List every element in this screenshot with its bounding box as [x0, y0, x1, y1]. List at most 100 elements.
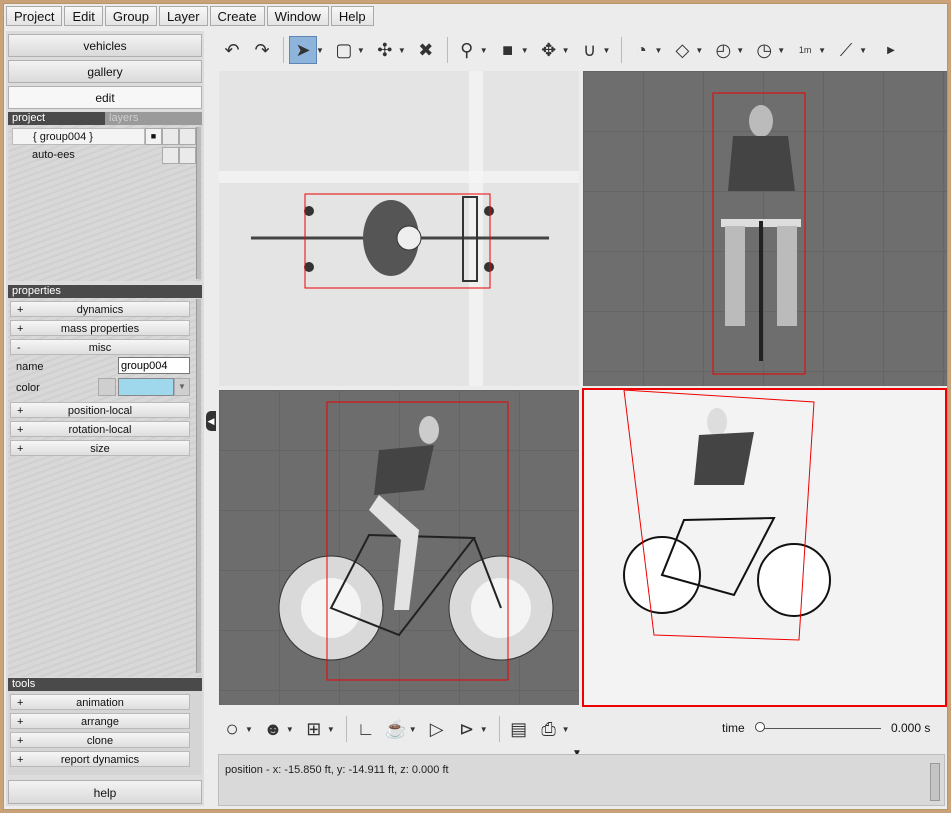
menu-layer[interactable]: Layer: [159, 6, 208, 26]
status-text: position - x: -15.850 ft, y: -14.911 ft,…: [225, 764, 449, 776]
position-local-section[interactable]: + position-local: [10, 402, 190, 418]
visibility-cell[interactable]: [162, 128, 179, 145]
dropdown-arrow-icon[interactable]: ▼: [859, 46, 867, 55]
menu-create[interactable]: Create: [209, 6, 265, 26]
magnet-icon[interactable]: ∪: [576, 36, 604, 64]
ruler-plane-icon[interactable]: ◇: [668, 36, 696, 64]
menu-window[interactable]: Window: [266, 6, 329, 26]
document-icon[interactable]: ▤: [505, 715, 533, 743]
help-button[interactable]: help: [8, 780, 202, 804]
play-icon[interactable]: ▷: [423, 715, 451, 743]
time-slider-track[interactable]: [759, 728, 881, 729]
bicycle-top-view: [251, 193, 549, 289]
tab-project[interactable]: project: [8, 112, 105, 125]
status-scrollbar[interactable]: [930, 763, 940, 801]
tool-report-dynamics[interactable]: + report dynamics: [10, 751, 190, 767]
tool-clone[interactable]: + clone: [10, 732, 190, 748]
menu-help[interactable]: Help: [330, 6, 374, 26]
vehicles-button[interactable]: vehicles: [8, 34, 202, 57]
dropdown-arrow-icon[interactable]: ▼: [357, 46, 365, 55]
viewport-top[interactable]: [219, 71, 579, 386]
rotation-local-section[interactable]: + rotation-local: [10, 421, 190, 437]
toolbar-separator: [283, 37, 284, 63]
dynamics-section[interactable]: + dynamics: [10, 301, 190, 317]
dropdown-arrow-icon[interactable]: ▼: [480, 46, 488, 55]
toolbar-separator: [621, 37, 623, 63]
select-arrow-icon[interactable]: ➤: [289, 36, 317, 64]
size-section[interactable]: + size: [10, 440, 190, 456]
play-list-icon[interactable]: ⊳: [453, 715, 481, 743]
collapse-panel-icon[interactable]: ◀: [206, 411, 216, 431]
time-slider-knob[interactable]: [755, 722, 765, 732]
gizmo-icon[interactable]: ✣: [371, 36, 399, 64]
angle-dial-icon[interactable]: ◴: [709, 36, 737, 64]
properties-header: properties: [8, 285, 202, 298]
section-label: position-local: [67, 405, 133, 417]
dropdown-arrow-icon[interactable]: ▼: [245, 725, 253, 734]
dropdown-arrow-icon[interactable]: ▼: [818, 46, 826, 55]
dropdown-arrow-icon[interactable]: ▼: [480, 725, 488, 734]
color-swatch-reset[interactable]: [98, 378, 116, 396]
project-item-auto-ees[interactable]: auto-ees: [12, 147, 196, 164]
box-icon[interactable]: ■: [494, 36, 522, 64]
undo-icon[interactable]: ↶: [218, 36, 246, 64]
measure-1m-icon[interactable]: 1m: [791, 36, 819, 64]
graph-icon[interactable]: ∟: [352, 715, 380, 743]
dropdown-arrow-icon[interactable]: ▼: [695, 46, 703, 55]
dropdown-arrow-icon[interactable]: ▼: [327, 725, 335, 734]
dropdown-arrow-icon[interactable]: ▼: [562, 725, 570, 734]
section-label: size: [90, 443, 110, 455]
visibility-cell[interactable]: [162, 147, 179, 164]
dropdown-arrow-icon[interactable]: ▼: [286, 725, 294, 734]
project-item-group004[interactable]: { group004 } ■: [12, 128, 196, 145]
rotate-dial-icon[interactable]: ◔: [627, 36, 655, 64]
section-label: mass properties: [60, 323, 140, 335]
sphere-icon[interactable]: ○: [218, 715, 246, 743]
zoom-icon[interactable]: ⚲: [453, 36, 481, 64]
menu-group[interactable]: Group: [104, 6, 158, 26]
delete-icon[interactable]: ✖: [412, 36, 440, 64]
head-icon[interactable]: ☻: [259, 715, 287, 743]
viewport-front[interactable]: [583, 71, 947, 386]
color-field[interactable]: [118, 378, 174, 396]
toolbar-overflow-icon[interactable]: ▶: [877, 36, 905, 64]
dropdown-arrow-icon[interactable]: ▼: [398, 46, 406, 55]
menu-project[interactable]: Project: [6, 6, 63, 26]
move-icon[interactable]: ✥: [535, 36, 563, 64]
dropdown-arrow-icon[interactable]: ▼: [603, 46, 611, 55]
menu-edit[interactable]: Edit: [64, 6, 103, 26]
rectangle-select-icon[interactable]: ▢: [330, 36, 358, 64]
lock-cell[interactable]: [179, 128, 196, 145]
expand-icon: +: [17, 754, 24, 766]
dropdown-arrow-icon[interactable]: ▼: [316, 46, 324, 55]
edit-button[interactable]: edit: [8, 86, 202, 109]
bicycle-perspective-view: [623, 390, 831, 641]
teapot-icon[interactable]: ☕: [382, 715, 410, 743]
printer-icon[interactable]: ⎙: [535, 715, 563, 743]
project-tabs: project layers: [8, 112, 202, 125]
dropdown-arrow-icon[interactable]: ▼: [654, 46, 662, 55]
color-dropdown-icon[interactable]: ▼: [174, 378, 190, 396]
tab-layers[interactable]: layers: [105, 112, 202, 125]
project-scrollbar[interactable]: [196, 127, 201, 279]
dropdown-arrow-icon[interactable]: ▼: [736, 46, 744, 55]
tool-arrange[interactable]: + arrange: [10, 713, 190, 729]
grid-layout-icon[interactable]: ⊞: [300, 715, 328, 743]
angle-dial-2-icon[interactable]: ◷: [750, 36, 778, 64]
viewport-side[interactable]: [219, 390, 579, 705]
properties-scrollbar[interactable]: [196, 299, 201, 673]
lock-cell[interactable]: [179, 147, 196, 164]
name-field[interactable]: [118, 357, 190, 374]
dropdown-arrow-icon[interactable]: ▼: [409, 725, 417, 734]
misc-section[interactable]: - misc: [10, 339, 190, 355]
folder-icon[interactable]: ■: [145, 128, 162, 145]
dropdown-arrow-icon[interactable]: ▼: [777, 46, 785, 55]
viewport-perspective[interactable]: [582, 388, 947, 707]
tool-animation[interactable]: + animation: [10, 694, 190, 710]
dropdown-arrow-icon[interactable]: ▼: [562, 46, 570, 55]
gallery-button[interactable]: gallery: [8, 60, 202, 83]
knife-icon[interactable]: ⟋: [832, 36, 860, 64]
redo-icon[interactable]: ↷: [248, 36, 276, 64]
mass-properties-section[interactable]: + mass properties: [10, 320, 190, 336]
dropdown-arrow-icon[interactable]: ▼: [521, 46, 529, 55]
